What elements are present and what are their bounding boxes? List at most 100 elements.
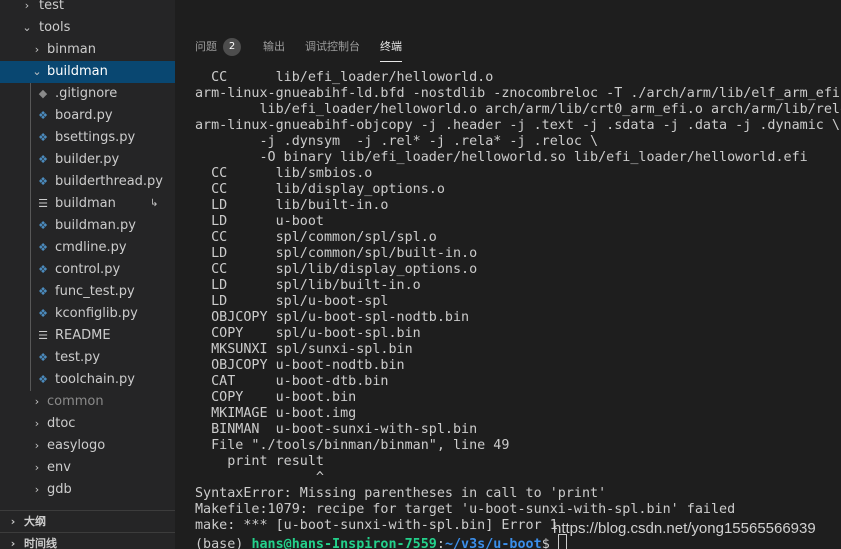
prompt-path: ~/v3s/u-boot bbox=[444, 537, 542, 549]
folder-tools[interactable]: ⌄ tools bbox=[0, 17, 175, 39]
file-func-test-py[interactable]: ❖ func_test.py bbox=[0, 281, 175, 303]
file-buildman-py[interactable]: ❖ buildman.py bbox=[0, 215, 175, 237]
terminal-line: OBJCOPY spl/u-boot-spl-nodtb.bin bbox=[195, 310, 470, 325]
terminal-line: File "./tools/binman/binman", line 49 bbox=[195, 438, 510, 453]
tree-item-label: .gitignore bbox=[55, 86, 118, 101]
terminal-line: OBJCOPY u-boot-nodtb.bin bbox=[195, 358, 405, 373]
terminal-line: CC lib/smbios.o bbox=[195, 166, 373, 181]
tree-item-label: builder.py bbox=[55, 152, 120, 167]
tab-problems-label: 问题 bbox=[195, 40, 217, 53]
tree-item-label: test.py bbox=[55, 350, 101, 365]
terminal-line: -j .dynsym -j .rel* -j .rela* -j .reloc … bbox=[195, 134, 599, 149]
terminal-line: LD spl/common/spl/built-in.o bbox=[195, 246, 478, 261]
chevron-right-icon: › bbox=[34, 461, 40, 474]
file-control-py[interactable]: ❖ control.py bbox=[0, 259, 175, 281]
tree-item-label: tools bbox=[39, 20, 71, 35]
file-toolchain-py[interactable]: ❖ toolchain.py bbox=[0, 369, 175, 391]
tree-item-label: kconfiglib.py bbox=[55, 306, 138, 321]
folder-env[interactable]: › env bbox=[0, 457, 175, 479]
chevron-right-icon: › bbox=[24, 0, 30, 12]
file-readme[interactable]: ☰ README bbox=[0, 325, 175, 347]
tree-item-label: gdb bbox=[47, 482, 72, 497]
chevron-right-icon: › bbox=[10, 537, 16, 549]
tree-item-label: common bbox=[47, 394, 104, 409]
terminal-prompt[interactable]: (base) hans@hans-Inspiron-7559:~/v3s/u-b… bbox=[195, 534, 567, 549]
folder-buildman[interactable]: ⌄ buildman bbox=[0, 61, 175, 83]
folder-easylogo[interactable]: › easylogo bbox=[0, 435, 175, 457]
python-file-icon: ❖ bbox=[38, 241, 48, 254]
terminal-line: LD u-boot bbox=[195, 214, 324, 229]
chevron-down-icon: ⌄ bbox=[22, 21, 32, 34]
terminal-line: CAT u-boot-dtb.bin bbox=[195, 374, 389, 389]
file-buildman[interactable]: ☰ buildman ↳ bbox=[0, 193, 175, 215]
file-gitignore[interactable]: ◆ .gitignore bbox=[0, 83, 175, 105]
terminal-line: LD spl/lib/built-in.o bbox=[195, 278, 421, 293]
terminal-line: LD lib/built-in.o bbox=[195, 198, 389, 213]
section-outline[interactable]: › 大纲 bbox=[0, 510, 175, 533]
tab-problems[interactable]: 问题 2 bbox=[195, 34, 241, 60]
terminal-line: COPY spl/u-boot-spl.bin bbox=[195, 326, 421, 341]
python-file-icon: ❖ bbox=[38, 109, 48, 122]
folder-test[interactable]: › test bbox=[0, 0, 175, 17]
chevron-down-icon: ⌄ bbox=[32, 65, 42, 78]
folder-common[interactable]: › common bbox=[0, 391, 175, 413]
prompt-symbol: $ bbox=[541, 537, 558, 549]
terminal-line: make: *** [u-boot-sunxi-with-spl.bin] Er… bbox=[195, 518, 558, 533]
tree-item-label: README bbox=[55, 328, 111, 343]
watermark: https://blog.csdn.net/yong15565566939 bbox=[553, 520, 816, 537]
python-file-icon: ❖ bbox=[38, 175, 48, 188]
file-cmdline-py[interactable]: ❖ cmdline.py bbox=[0, 237, 175, 259]
python-file-icon: ❖ bbox=[38, 351, 48, 364]
python-file-icon: ❖ bbox=[38, 219, 48, 232]
problems-count-badge: 2 bbox=[223, 38, 241, 56]
terminal-line: Makefile:1079: recipe for target 'u-boot… bbox=[195, 502, 736, 517]
section-timeline[interactable]: › 时间线 bbox=[0, 532, 175, 549]
file-board-py[interactable]: ❖ board.py bbox=[0, 105, 175, 127]
section-label: 大纲 bbox=[24, 515, 46, 528]
tree-item-label: bsettings.py bbox=[55, 130, 136, 145]
tree-item-label: buildman bbox=[47, 64, 108, 79]
file-builderthread-py[interactable]: ❖ builderthread.py bbox=[0, 171, 175, 193]
folder-dtoc[interactable]: › dtoc bbox=[0, 413, 175, 435]
git-file-icon: ◆ bbox=[38, 87, 48, 100]
tab-terminal-label: 终端 bbox=[380, 40, 402, 53]
terminal-line: MKIMAGE u-boot.img bbox=[195, 406, 357, 421]
explorer-sidebar: › test ⌄ tools › binman ⌄ buildman ◆ .gitignore ❖ b… bbox=[0, 0, 175, 549]
chevron-right-icon: › bbox=[34, 417, 40, 430]
file-bsettings-py[interactable]: ❖ bsettings.py bbox=[0, 127, 175, 149]
tree-item-label: binman bbox=[47, 42, 96, 57]
tree-item-label: builderthread.py bbox=[55, 174, 163, 189]
tab-terminal[interactable]: 终端 bbox=[380, 34, 402, 62]
text-file-icon: ☰ bbox=[38, 329, 48, 342]
terminal-line: CC spl/common/spl/spl.o bbox=[195, 230, 437, 245]
python-file-icon: ❖ bbox=[38, 307, 48, 320]
terminal-line: lib/efi_loader/helloworld.o arch/arm/lib… bbox=[259, 102, 841, 117]
folder-gdb[interactable]: › gdb bbox=[0, 479, 175, 501]
bottom-panel: 问题 2 输出 调试控制台 终端 CC lib/efi_loader/hellow… bbox=[175, 0, 841, 549]
terminal-output[interactable]: CC lib/efi_loader/helloworld.o arm-linux-… bbox=[195, 70, 841, 549]
terminal-line: -O binary lib/efi_loader/helloworld.so l… bbox=[195, 150, 808, 165]
prompt-colon: : bbox=[436, 537, 445, 549]
tree-item-label: board.py bbox=[55, 108, 113, 123]
terminal-line: LD spl/u-boot-spl bbox=[195, 294, 389, 309]
chevron-right-icon: › bbox=[10, 515, 16, 528]
tree-item-label: dtoc bbox=[47, 416, 76, 431]
chevron-right-icon: › bbox=[34, 43, 40, 56]
folder-binman[interactable]: › binman bbox=[0, 39, 175, 61]
terminal-line: ^ bbox=[195, 470, 324, 485]
terminal-line: arm-linux-gnueabihf-objcopy -j .header -… bbox=[195, 118, 840, 133]
terminal-line: BINMAN u-boot-sunxi-with-spl.bin bbox=[195, 422, 478, 437]
tab-output[interactable]: 输出 bbox=[263, 34, 285, 60]
chevron-right-icon: › bbox=[34, 483, 40, 496]
python-file-icon: ❖ bbox=[38, 373, 48, 386]
tree-item-label: toolchain.py bbox=[55, 372, 135, 387]
terminal-line: CC lib/efi_loader/helloworld.o bbox=[195, 70, 494, 85]
tree-item-label: func_test.py bbox=[55, 284, 135, 299]
tab-debug-console[interactable]: 调试控制台 bbox=[305, 34, 360, 60]
file-test-py[interactable]: ❖ test.py bbox=[0, 347, 175, 369]
file-builder-py[interactable]: ❖ builder.py bbox=[0, 149, 175, 171]
file-kconfiglib-py[interactable]: ❖ kconfiglib.py bbox=[0, 303, 175, 325]
tree-item-label: easylogo bbox=[47, 438, 106, 453]
prompt-user: hans@hans-Inspiron-7559 bbox=[251, 537, 437, 549]
tab-output-label: 输出 bbox=[263, 40, 285, 53]
